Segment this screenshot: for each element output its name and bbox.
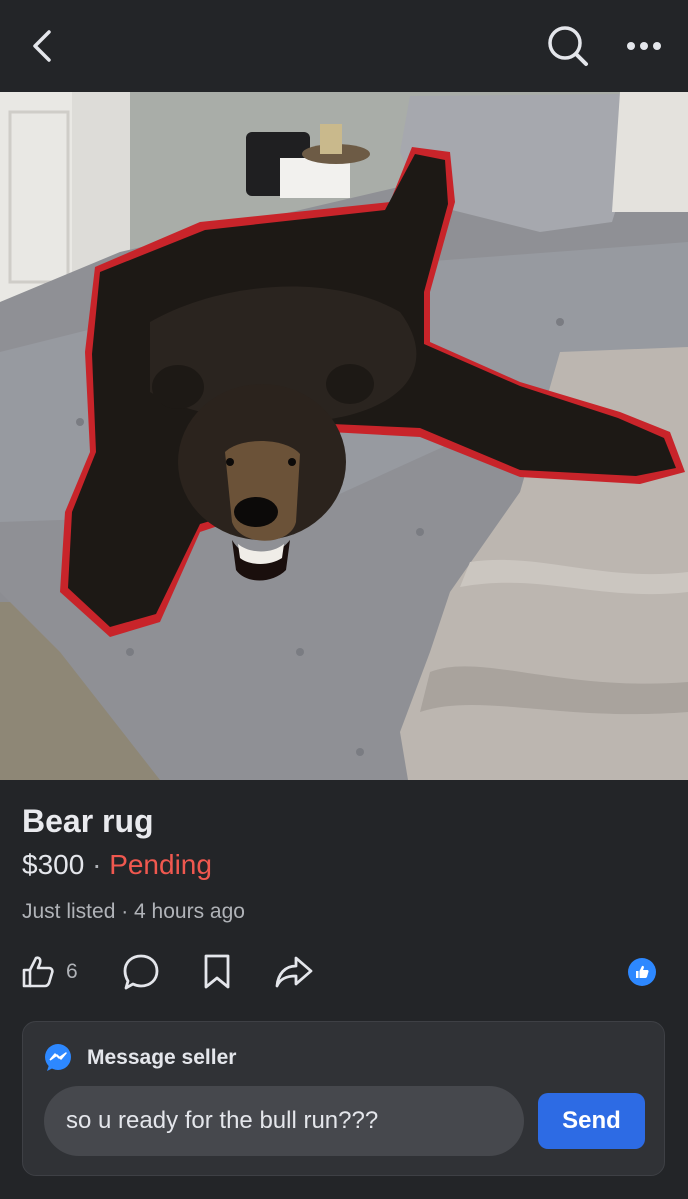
- message-input[interactable]: [44, 1086, 524, 1156]
- bear-rug-photo: [0, 92, 688, 780]
- like-count: 6: [66, 960, 78, 983]
- like-reaction-icon: [628, 958, 656, 986]
- listing-info: Bear rug $300 · Pending Just listed · 4 …: [22, 800, 662, 926]
- message-seller-box: Message seller Send: [22, 1021, 665, 1176]
- save-button[interactable]: [202, 952, 232, 992]
- like-button[interactable]: 6: [20, 952, 78, 992]
- comment-button[interactable]: [122, 952, 160, 992]
- send-button[interactable]: Send: [538, 1093, 645, 1149]
- search-button[interactable]: [540, 20, 596, 72]
- action-row: 6: [0, 946, 688, 998]
- chevron-left-icon: [33, 30, 51, 62]
- messenger-icon: [45, 1044, 71, 1071]
- search-icon: [548, 26, 588, 66]
- share-icon: [275, 956, 313, 988]
- message-seller-label: Message seller: [87, 1046, 237, 1069]
- more-horizontal-icon: [627, 42, 661, 50]
- price-line: $300 · Pending: [22, 846, 662, 884]
- back-button[interactable]: [18, 22, 66, 70]
- thumbs-up-icon: [22, 956, 54, 988]
- top-bar: [0, 0, 688, 92]
- bookmark-icon: [204, 954, 230, 989]
- price-separator: ·: [92, 849, 102, 880]
- listing-photo[interactable]: [0, 92, 688, 780]
- listing-price: $300: [22, 849, 85, 880]
- more-options-button[interactable]: [616, 24, 672, 68]
- share-button[interactable]: [274, 952, 314, 992]
- comment-icon: [123, 954, 159, 990]
- message-seller-header: Message seller: [43, 1042, 236, 1074]
- listing-title: Bear rug: [22, 803, 154, 839]
- listed-time: Just listed · 4 hours ago: [22, 900, 245, 923]
- listing-status: Pending: [109, 849, 212, 880]
